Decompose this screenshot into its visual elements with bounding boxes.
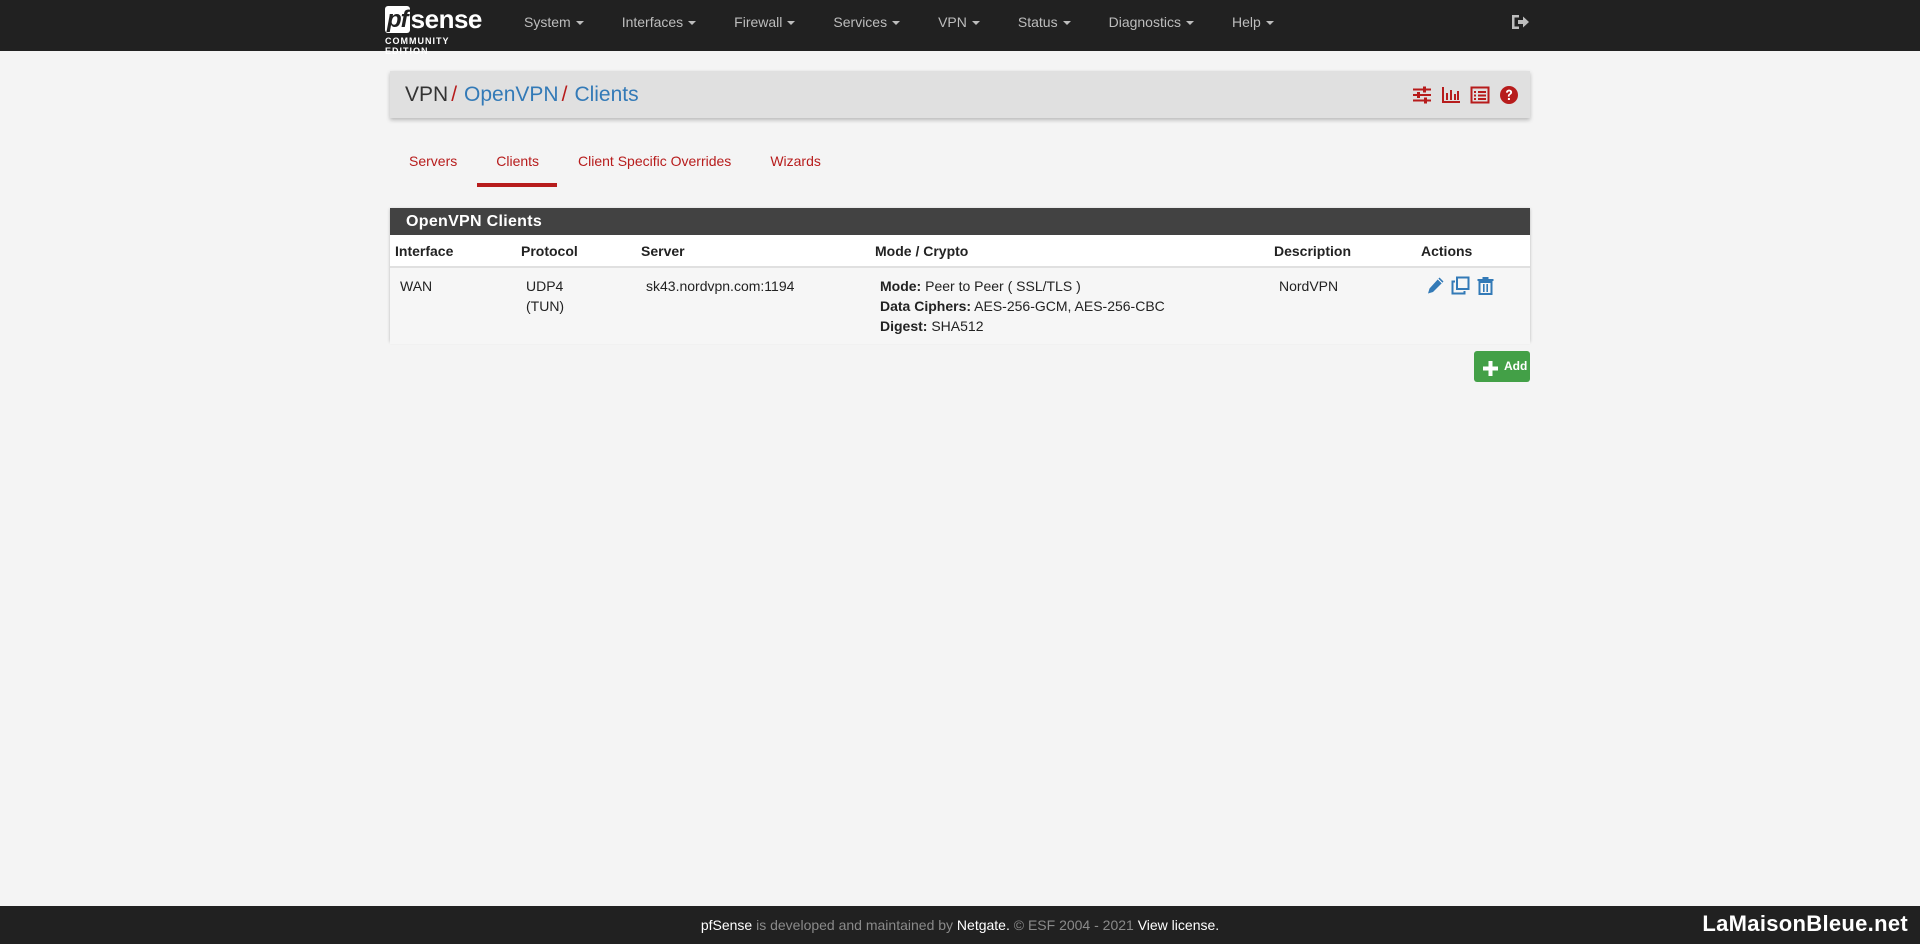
caret-down-icon <box>1062 21 1071 26</box>
ciphers-label: Data Ciphers: <box>880 298 972 314</box>
openvpn-clients-panel: OpenVPN Clients Interface Protocol Serve… <box>390 208 1530 344</box>
menu-help[interactable]: Help <box>1213 0 1293 44</box>
footer-brand: pfSense <box>700 917 753 933</box>
menu-diagnostics-label: Diagnostics <box>1108 14 1181 30</box>
digest-line: Digest: SHA512 <box>880 316 1259 336</box>
logo-edition: COMMUNITY EDITION <box>385 36 450 56</box>
breadcrumb-clients[interactable]: Clients <box>574 83 638 106</box>
protocol-mode: (TUN) <box>526 298 565 314</box>
menu-services[interactable]: Services <box>814 0 919 44</box>
footer-copyright: © ESF 2004 - 2021 <box>1009 917 1138 933</box>
caret-down-icon <box>892 21 901 26</box>
main-menu: System Interfaces Firewall Services VPN … <box>505 0 1293 44</box>
column-mode-crypto: Mode / Crypto <box>870 235 1269 268</box>
protocol-type: UDP4 <box>526 278 564 294</box>
breadcrumb: VPN / OpenVPN / Clients <box>405 71 639 118</box>
add-button[interactable]: Add <box>1474 351 1530 382</box>
logo-wordmark: pf sense <box>385 3 495 33</box>
tab-clients[interactable]: Clients <box>477 147 557 187</box>
menu-services-label: Services <box>833 14 888 30</box>
plus-icon <box>1482 358 1499 376</box>
watermark: LaMaisonBleue.net <box>1702 911 1908 936</box>
footer-netgate-link[interactable]: Netgate. <box>957 917 1010 933</box>
menu-firewall[interactable]: Firewall <box>715 0 814 44</box>
navbar-container: pf sense COMMUNITY EDITION System Interfa… <box>385 0 1530 56</box>
column-description: Description <box>1269 235 1416 268</box>
edit-icon[interactable] <box>1426 276 1445 295</box>
panel-title: OpenVPN Clients <box>390 208 1530 235</box>
caret-down-icon <box>971 21 980 26</box>
mode-line: Mode: Peer to Peer ( SSL/TLS ) <box>880 276 1259 296</box>
menu-firewall-label: Firewall <box>734 14 783 30</box>
column-protocol: Protocol <box>516 235 636 268</box>
cell-actions <box>1416 267 1530 344</box>
top-navbar: pf sense COMMUNITY EDITION System Interfa… <box>0 0 1920 56</box>
caret-down-icon <box>1265 21 1274 26</box>
add-button-label: Add <box>1504 359 1528 373</box>
menu-vpn-label: VPN <box>938 14 967 30</box>
caret-down-icon <box>1185 21 1194 26</box>
menu-system[interactable]: System <box>505 0 603 44</box>
help-icon[interactable] <box>1499 85 1519 105</box>
menu-interfaces-label: Interfaces <box>621 14 684 30</box>
breadcrumb-openvpn[interactable]: OpenVPN <box>464 83 559 106</box>
column-actions: Actions <box>1416 235 1530 268</box>
delete-icon[interactable] <box>1476 276 1495 295</box>
digest-label: Digest: <box>880 318 928 334</box>
copy-icon[interactable] <box>1451 276 1470 295</box>
logo-sense: sense <box>410 4 483 34</box>
menu-vpn[interactable]: VPN <box>919 0 999 44</box>
menu-status[interactable]: Status <box>999 0 1090 44</box>
cell-mode-crypto: Mode: Peer to Peer ( SSL/TLS ) Data Ciph… <box>870 267 1269 344</box>
ciphers-line: Data Ciphers: AES-256-GCM, AES-256-CBC <box>880 296 1259 316</box>
menu-diagnostics[interactable]: Diagnostics <box>1090 0 1213 44</box>
table-header-row: Interface Protocol Server Mode / Crypto … <box>390 235 1530 268</box>
breadcrumb-separator: / <box>451 83 458 106</box>
caret-down-icon <box>787 21 796 26</box>
cell-server: sk43.nordvpn.com:1194 <box>636 267 870 344</box>
pfsense-logo[interactable]: pf sense COMMUNITY EDITION <box>385 3 495 56</box>
column-interface: Interface <box>390 235 516 268</box>
mode-label: Mode: <box>880 278 922 294</box>
tab-client-specific-overrides[interactable]: Client Specific Overrides <box>559 147 749 187</box>
tab-servers[interactable]: Servers <box>390 147 475 187</box>
list-icon[interactable] <box>1470 85 1490 105</box>
logo-pf: pf <box>385 6 410 33</box>
breadcrumb-root: VPN <box>405 83 449 106</box>
cell-interface: WAN <box>390 267 516 344</box>
menu-interfaces[interactable]: Interfaces <box>603 0 715 44</box>
page-header: VPN / OpenVPN / Clients <box>390 71 1530 118</box>
column-server: Server <box>636 235 870 268</box>
mode-value: Peer to Peer ( SSL/TLS ) <box>925 278 1081 294</box>
clients-table: Interface Protocol Server Mode / Crypto … <box>390 235 1530 344</box>
caret-down-icon <box>688 21 697 26</box>
footer-text: is developed and maintained by <box>752 917 957 933</box>
sliders-icon[interactable] <box>1412 85 1432 105</box>
ciphers-value: AES-256-GCM, AES-256-CBC <box>974 298 1165 314</box>
header-shortcuts <box>1412 85 1519 105</box>
tab-wizards[interactable]: Wizards <box>751 147 839 187</box>
cell-description: NordVPN <box>1269 267 1416 344</box>
caret-down-icon <box>575 21 584 26</box>
menu-status-label: Status <box>1017 14 1058 30</box>
footer-license-link[interactable]: View license. <box>1138 917 1219 933</box>
cell-protocol: UDP4 (TUN) <box>516 267 636 344</box>
menu-help-label: Help <box>1231 14 1261 30</box>
menu-system-label: System <box>524 14 571 30</box>
breadcrumb-separator: / <box>561 83 568 106</box>
footer: pfSense is developed and maintained by N… <box>0 906 1920 944</box>
digest-value: SHA512 <box>931 318 984 334</box>
bar-chart-icon[interactable] <box>1441 85 1461 105</box>
sign-out-icon[interactable] <box>1510 13 1530 31</box>
table-row[interactable]: WAN UDP4 (TUN) sk43.nordvpn.com:1194 Mod… <box>390 267 1530 344</box>
tab-bar: Servers Clients Client Specific Override… <box>390 147 841 187</box>
